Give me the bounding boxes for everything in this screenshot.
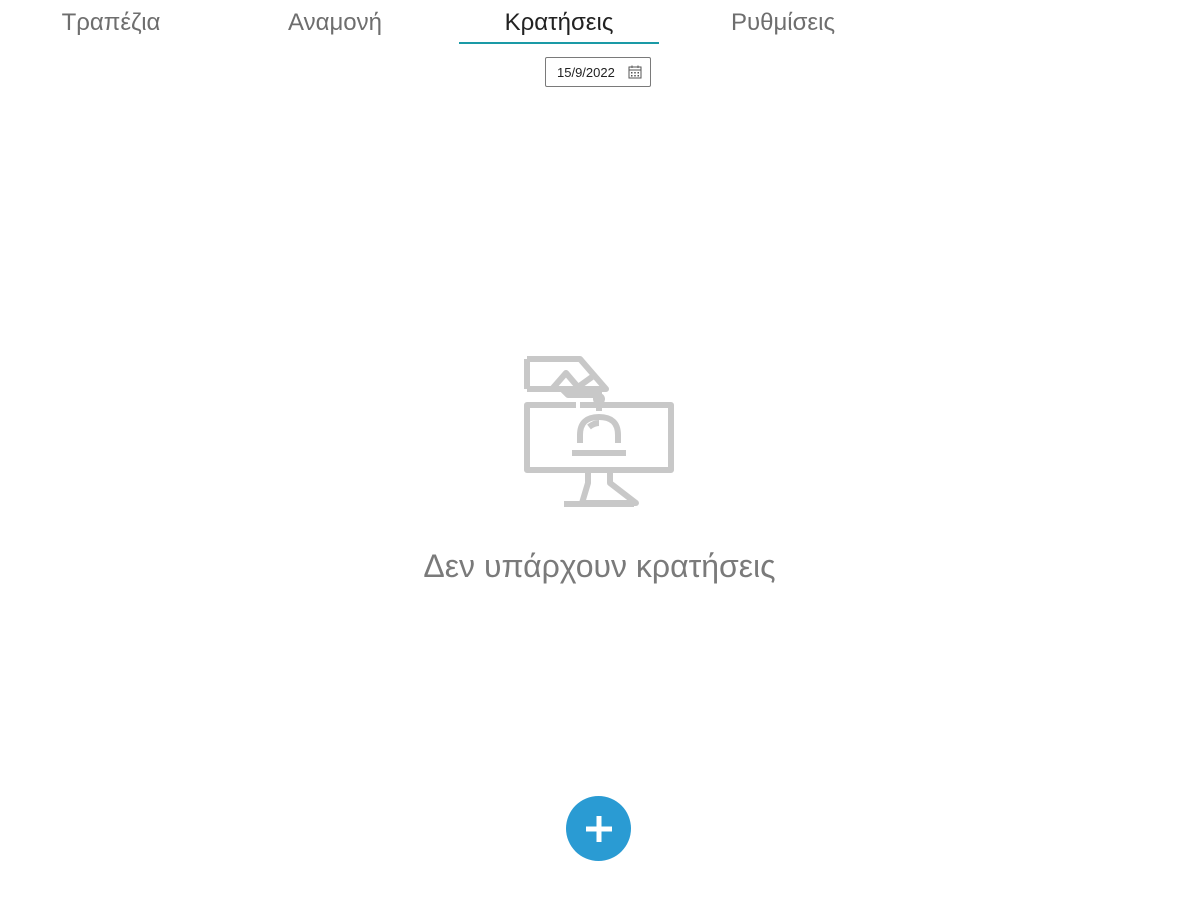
date-picker[interactable]: 15/9/2022 <box>545 57 651 87</box>
calendar-icon[interactable] <box>628 65 642 79</box>
tab-reservations[interactable]: Κρατήσεις <box>459 0 659 45</box>
selected-tab-indicator <box>459 42 659 44</box>
tab-tables[interactable]: Τραπέζια <box>11 0 211 45</box>
add-reservation-button[interactable] <box>566 796 631 861</box>
reception-bell-icon <box>524 356 674 507</box>
date-picker-value: 15/9/2022 <box>557 64 615 80</box>
reservations-screen: Τραπέζια Αναμονή Κρατήσεις Ρυθμίσεις 15/… <box>0 0 1199 898</box>
tab-waiting[interactable]: Αναμονή <box>235 0 435 45</box>
empty-state-message: Δεν υπάρχουν κρατήσεις <box>423 548 776 584</box>
plus-icon <box>585 815 612 842</box>
tab-settings[interactable]: Ρυθμίσεις <box>683 0 883 45</box>
tab-bar: Τραπέζια Αναμονή Κρατήσεις Ρυθμίσεις <box>0 0 1199 46</box>
